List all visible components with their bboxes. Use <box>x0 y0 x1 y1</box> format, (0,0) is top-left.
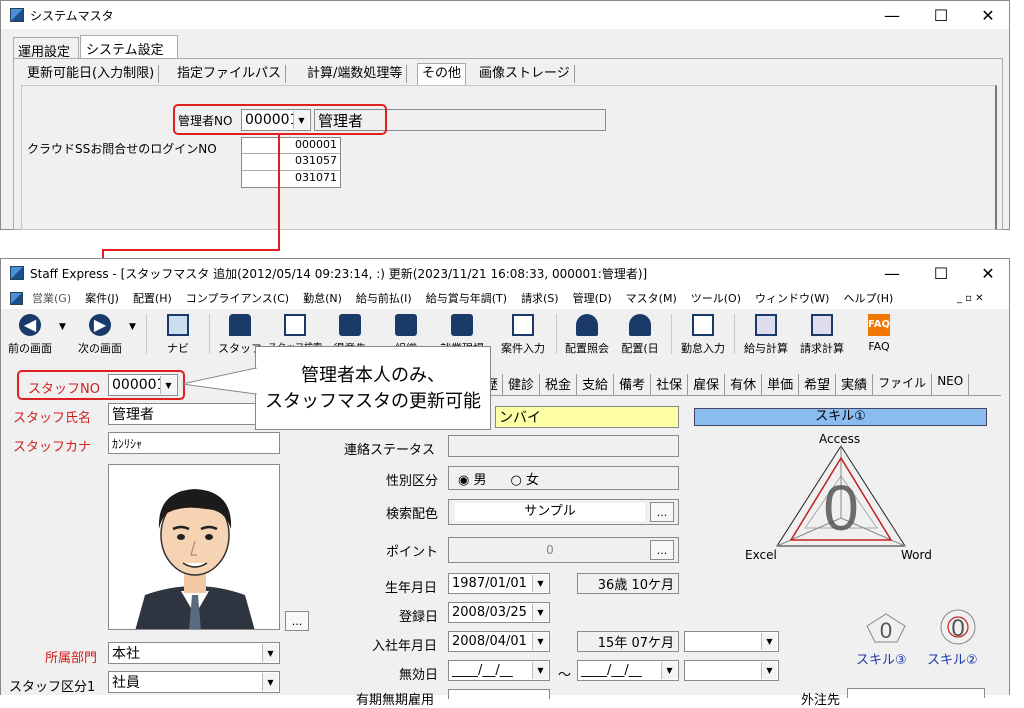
form-panel: スタッフNO 000001▼ スタッフ氏名 管理者 スタッフカナ ｶﾝﾘｼｬ <box>1 362 1009 708</box>
svg-text:0: 0 <box>951 615 964 642</box>
app-icon <box>10 266 24 280</box>
minimize-button[interactable]: — <box>869 259 915 287</box>
title-bar: Staff Express - [スタッフマスタ 追加(2012/05/14 0… <box>1 259 1009 287</box>
staff-tab-strip: 歴 健診 税金 支給 備考 社保 雇保 有休 単価 希望 実績 ファイル NEO <box>481 374 1001 396</box>
menu-bar: 営業(G) 案件(J) 配置(H) コンプライアンス(C) 勤怠(N) 給与前払… <box>1 287 1009 309</box>
callout-box: 管理者本人のみ、 スタッフマスタの更新可能 <box>255 346 491 430</box>
menu-app-icon <box>10 291 23 305</box>
svg-text:0: 0 <box>823 472 859 544</box>
window-title: Staff Express - [スタッフマスタ 追加(2012/05/14 0… <box>30 266 648 281</box>
toolbar: ◀前の画面 ▼ ▶次の画面 ▼ ナビ スタッフ スタッフ検索 得意先 組織 就業… <box>8 314 890 355</box>
svg-text:0: 0 <box>880 618 892 643</box>
photo-ellipsis-button[interactable]: ... <box>285 611 309 631</box>
close-button[interactable]: ✕ <box>965 259 1011 287</box>
maximize-button[interactable]: ☐ <box>918 259 964 287</box>
staff-express-window: Staff Express - [スタッフマスタ 追加(2012/05/14 0… <box>0 258 1010 708</box>
